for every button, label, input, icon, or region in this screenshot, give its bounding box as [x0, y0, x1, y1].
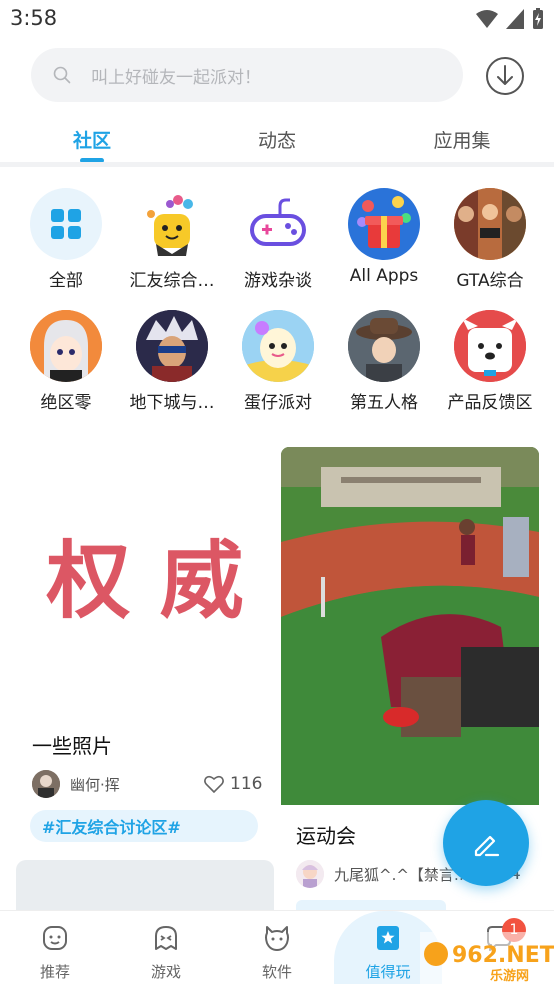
- battery-icon: [533, 8, 543, 29]
- gta-avatar: [454, 188, 526, 260]
- author-name: 幽何·挥: [70, 775, 120, 794]
- category-game-talk[interactable]: 游戏杂谈: [223, 188, 333, 291]
- post-author[interactable]: 九尾狐^.^【禁言…: [296, 860, 469, 888]
- download-icon[interactable]: [485, 56, 525, 96]
- category-gta[interactable]: GTA综合: [435, 188, 545, 291]
- nav-label: 游戏: [150, 963, 181, 981]
- nav-software[interactable]: 软件: [237, 923, 317, 982]
- watermark-text: 962.NET: [452, 943, 554, 968]
- category-label: 绝区零: [40, 393, 92, 413]
- search-input[interactable]: 叫上好碰友一起派对！: [31, 48, 463, 102]
- divider: [0, 162, 554, 167]
- search-placeholder: 叫上好碰友一起派对！: [91, 67, 261, 88]
- watermark-logo: 962.NET 乐游网: [420, 932, 554, 984]
- category-label: 地下城与…: [129, 393, 215, 413]
- category-label: GTA综合: [456, 271, 524, 291]
- nav-worth-playing[interactable]: 值得玩: [348, 923, 428, 982]
- like-button[interactable]: 116: [204, 774, 262, 794]
- pencil-icon: [474, 835, 500, 857]
- avatar: [32, 770, 60, 798]
- heart-icon: [204, 775, 224, 793]
- category-label: 全部: [49, 271, 83, 291]
- tab-feed[interactable]: 动态: [217, 126, 337, 153]
- nav-label: 软件: [261, 963, 292, 981]
- status-time: 3:58: [10, 6, 58, 30]
- avatar: [296, 860, 324, 888]
- post-title: 一些照片: [32, 734, 112, 758]
- eggy-avatar: [242, 310, 314, 382]
- software-icon: [265, 926, 289, 951]
- star-bookmark-icon: [377, 926, 399, 950]
- category-label: 汇友综合…: [129, 271, 215, 291]
- category-all[interactable]: 全部: [11, 188, 121, 291]
- grid-icon: [30, 188, 102, 260]
- category-eggy-party[interactable]: 蛋仔派对: [223, 310, 333, 413]
- post-image: 权 威: [16, 448, 274, 718]
- search-row: 叫上好碰友一起派对！: [0, 48, 554, 104]
- category-dnf[interactable]: 地下城与…: [117, 310, 227, 413]
- category-feedback[interactable]: 产品反馈区: [435, 310, 545, 413]
- post-author[interactable]: 幽何·挥: [32, 770, 120, 798]
- game-ghost-icon: [155, 926, 177, 950]
- dog-avatar: [454, 310, 526, 382]
- like-count: 116: [230, 774, 263, 794]
- nav-label: 推荐: [39, 963, 70, 981]
- nav-label: 值得玩: [365, 963, 411, 981]
- identity-v-avatar: [348, 310, 420, 382]
- status-bar: 3:58: [0, 0, 554, 38]
- search-icon: [53, 66, 71, 84]
- category-label: 第五人格: [350, 393, 418, 413]
- post-image: [281, 447, 539, 805]
- tab-community[interactable]: 社区: [32, 126, 152, 153]
- category-label: 蛋仔派对: [244, 393, 312, 413]
- signal-icon: [506, 9, 524, 29]
- nav-games[interactable]: 游戏: [126, 923, 206, 982]
- gamepad-icon: [242, 188, 314, 260]
- category-label: 游戏杂谈: [244, 271, 312, 291]
- category-all-apps[interactable]: All Apps: [329, 188, 439, 286]
- category-identity-v[interactable]: 第五人格: [329, 310, 439, 413]
- category-huiyou[interactable]: 汇友综合…: [117, 188, 227, 291]
- tab-app-collections[interactable]: 应用集: [402, 126, 522, 153]
- compose-button[interactable]: [443, 800, 529, 886]
- gift-apps-avatar: [348, 188, 420, 260]
- top-tabs: 社区 动态 应用集: [0, 120, 554, 166]
- mascot-avatar: [136, 188, 208, 260]
- watermark-subtext: 乐游网: [490, 968, 529, 984]
- author-name: 九尾狐^.^【禁言…: [334, 865, 469, 884]
- zzz-avatar: [30, 310, 102, 382]
- topic-tag[interactable]: #汇友综合讨论区#: [30, 810, 258, 842]
- category-label: 产品反馈区: [447, 393, 533, 413]
- category-zzz[interactable]: 绝区零: [11, 310, 121, 413]
- recommend-icon: [43, 926, 67, 950]
- nav-recommend[interactable]: 推荐: [15, 923, 95, 982]
- dnf-avatar: [136, 310, 208, 382]
- image-text: 权 威: [45, 531, 243, 630]
- post-title: 运动会: [296, 824, 356, 848]
- wifi-icon: [476, 10, 498, 28]
- category-label: All Apps: [349, 266, 419, 286]
